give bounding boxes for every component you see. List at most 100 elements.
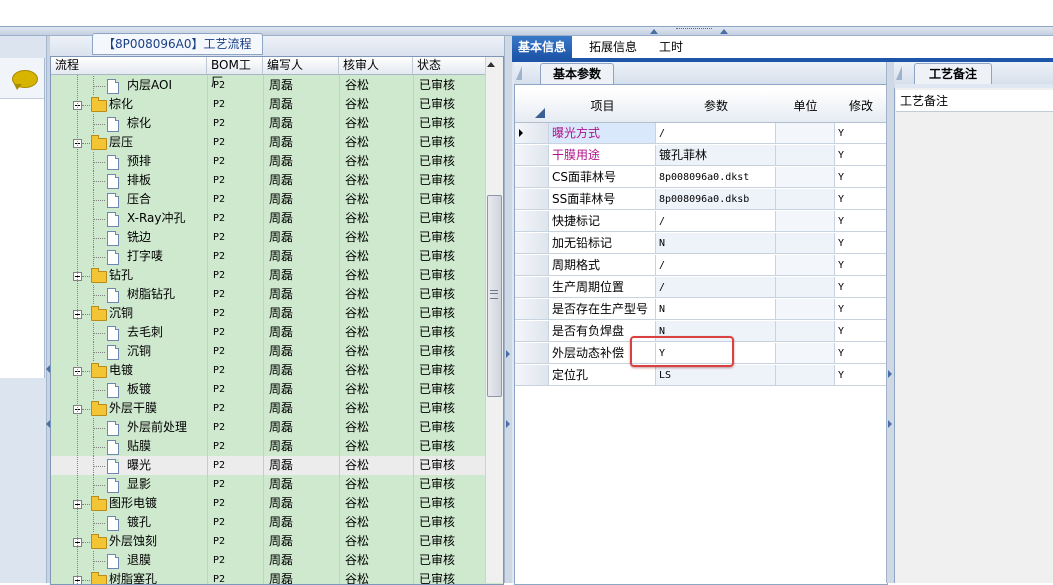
tree-folder-row[interactable]: 钻孔 P2 周磊 谷松 已审核 [51,266,485,285]
row-header[interactable] [515,343,549,364]
tree-step-row[interactable]: 去毛刺 P2 周磊 谷松 已审核 [51,323,485,342]
param-modify[interactable]: Y [835,167,887,188]
select-all-corner-icon[interactable] [535,108,545,118]
tree-step-row[interactable]: 压合 P2 周磊 谷松 已审核 [51,190,485,209]
param-modify[interactable]: Y [835,189,887,210]
param-unit[interactable] [776,255,835,276]
param-value[interactable]: 8p008096a0.dksb [656,189,776,210]
tree-folder-row[interactable]: 图形电镀 P2 周磊 谷松 已审核 [51,494,485,513]
tree-folder-row[interactable]: 沉铜 P2 周磊 谷松 已审核 [51,304,485,323]
param-value[interactable]: / [656,123,776,144]
row-header[interactable] [515,123,549,144]
column-header-flow[interactable]: 流程 [51,57,207,74]
tree-step-row[interactable]: 退膜 P2 周磊 谷松 已审核 [51,551,485,570]
tree-step-row[interactable]: 树脂钻孔 P2 周磊 谷松 已审核 [51,285,485,304]
tree-folder-row[interactable]: 层压 P2 周磊 谷松 已审核 [51,133,485,152]
param-row[interactable]: CS面菲林号 8p008096a0.dkst Y [515,167,887,189]
param-unit[interactable] [776,233,835,254]
process-tree[interactable]: 流程 BOM工厂 编写人 核审人 状态 内层AOI P2 周磊 谷松 已审核 棕化 P2 周磊… [50,56,504,585]
tab-basic-params[interactable]: 基本参数 [540,63,615,84]
tree-step-row[interactable]: 内层AOI P2 周磊 谷松 已审核 [51,76,485,95]
row-header[interactable] [515,167,549,188]
tree-folder-row[interactable]: 外层干膜 P2 周磊 谷松 已审核 [51,399,485,418]
param-modify[interactable]: Y [835,343,887,364]
tab-extended-info[interactable]: 拓展信息 [583,36,643,58]
param-unit[interactable] [776,277,835,298]
param-row[interactable]: 生产周期位置 / Y [515,277,887,299]
column-header-reviewer[interactable]: 核审人 [339,57,413,74]
column-header-status[interactable]: 状态 [413,57,485,74]
tree-step-row[interactable]: 外层前处理 P2 周磊 谷松 已审核 [51,418,485,437]
param-value[interactable]: 8p008096a0.dkst [656,167,776,188]
grid-header-item[interactable]: 项目 [549,90,657,123]
param-row[interactable]: 周期格式 / Y [515,255,887,277]
grid-corner-cell[interactable] [515,90,550,123]
row-header[interactable] [515,233,549,254]
param-modify[interactable]: Y [835,211,887,232]
tree-folder-row[interactable]: 外层蚀刻 P2 周磊 谷松 已审核 [51,532,485,551]
tree-step-row[interactable]: 棕化 P2 周磊 谷松 已审核 [51,114,485,133]
param-unit[interactable] [776,123,835,144]
row-header[interactable] [515,145,549,166]
tree-step-row[interactable]: 镀孔 P2 周磊 谷松 已审核 [51,513,485,532]
param-modify[interactable]: Y [835,145,887,166]
param-modify[interactable]: Y [835,365,887,386]
row-header[interactable] [515,211,549,232]
tree-step-row[interactable]: 排板 P2 周磊 谷松 已审核 [51,171,485,190]
tree-step-row[interactable]: 显影 P2 周磊 谷松 已审核 [51,475,485,494]
param-value[interactable]: N [656,233,776,254]
row-header[interactable] [515,365,549,386]
param-row[interactable]: 定位孔 LS Y [515,365,887,387]
param-unit[interactable] [776,167,835,188]
row-header[interactable] [515,277,549,298]
param-row[interactable]: 是否存在生产型号 N Y [515,299,887,321]
row-header[interactable] [515,299,549,320]
row-header[interactable] [515,189,549,210]
column-header-author[interactable]: 编写人 [263,57,339,74]
param-row[interactable]: 曝光方式 / Y [515,123,887,145]
tree-step-row[interactable]: X-Ray冲孔 P2 周磊 谷松 已审核 [51,209,485,228]
grid-header-unit[interactable]: 单位 [776,90,836,123]
collapse-right-arrow-icon[interactable] [506,350,510,358]
param-value[interactable]: 镀孔菲林 [656,145,776,166]
tree-step-row[interactable]: 板镀 P2 周磊 谷松 已审核 [51,380,485,399]
param-value[interactable]: / [656,211,776,232]
collapse-notes-arrow-icon[interactable] [888,370,892,378]
scroll-up-arrow-icon[interactable] [487,62,495,67]
tree-step-row[interactable]: 贴膜 P2 周磊 谷松 已审核 [51,437,485,456]
splitter-grip[interactable] [676,28,712,33]
param-modify[interactable]: Y [835,255,887,276]
param-unit[interactable] [776,299,835,320]
splitter-arrow-left-icon[interactable] [650,29,658,34]
param-modify[interactable]: Y [835,233,887,254]
param-modify[interactable]: Y [835,277,887,298]
grid-header-param[interactable]: 参数 [656,90,777,123]
param-value[interactable]: / [656,277,776,298]
param-modify[interactable]: Y [835,123,887,144]
tree-step-row[interactable]: 打字唛 P2 周磊 谷松 已审核 [51,247,485,266]
param-modify[interactable]: Y [835,321,887,342]
tree-step-row[interactable]: 曝光 P2 周磊 谷松 已审核 [51,456,485,475]
param-row[interactable]: 加无铅标记 N Y [515,233,887,255]
param-value[interactable]: N [656,299,776,320]
param-row[interactable]: 快捷标记 / Y [515,211,887,233]
tree-folder-row[interactable]: 棕化 P2 周磊 谷松 已审核 [51,95,485,114]
collapse-notes-arrow-icon[interactable] [888,420,892,428]
tree-step-row[interactable]: 沉铜 P2 周磊 谷松 已审核 [51,342,485,361]
collapse-right-arrow-icon[interactable] [506,420,510,428]
row-header[interactable] [515,321,549,342]
tab-work-hours[interactable]: 工时 [653,36,689,58]
process-notes-header[interactable]: 工艺备注 [896,90,1053,112]
param-unit[interactable] [776,211,835,232]
column-header-bom-factory[interactable]: BOM工厂 [207,57,263,89]
param-unit[interactable] [776,365,835,386]
param-unit[interactable] [776,145,835,166]
param-unit[interactable] [776,189,835,210]
tree-step-row[interactable]: 预排 P2 周磊 谷松 已审核 [51,152,485,171]
param-modify[interactable]: Y [835,299,887,320]
param-row[interactable]: SS面菲林号 8p008096a0.dksb Y [515,189,887,211]
splitter-arrow-right-icon[interactable] [720,29,728,34]
grid-header-modify[interactable]: 修改 [835,90,887,123]
tree-folder-row[interactable]: 电镀 P2 周磊 谷松 已审核 [51,361,485,380]
param-unit[interactable] [776,343,835,364]
